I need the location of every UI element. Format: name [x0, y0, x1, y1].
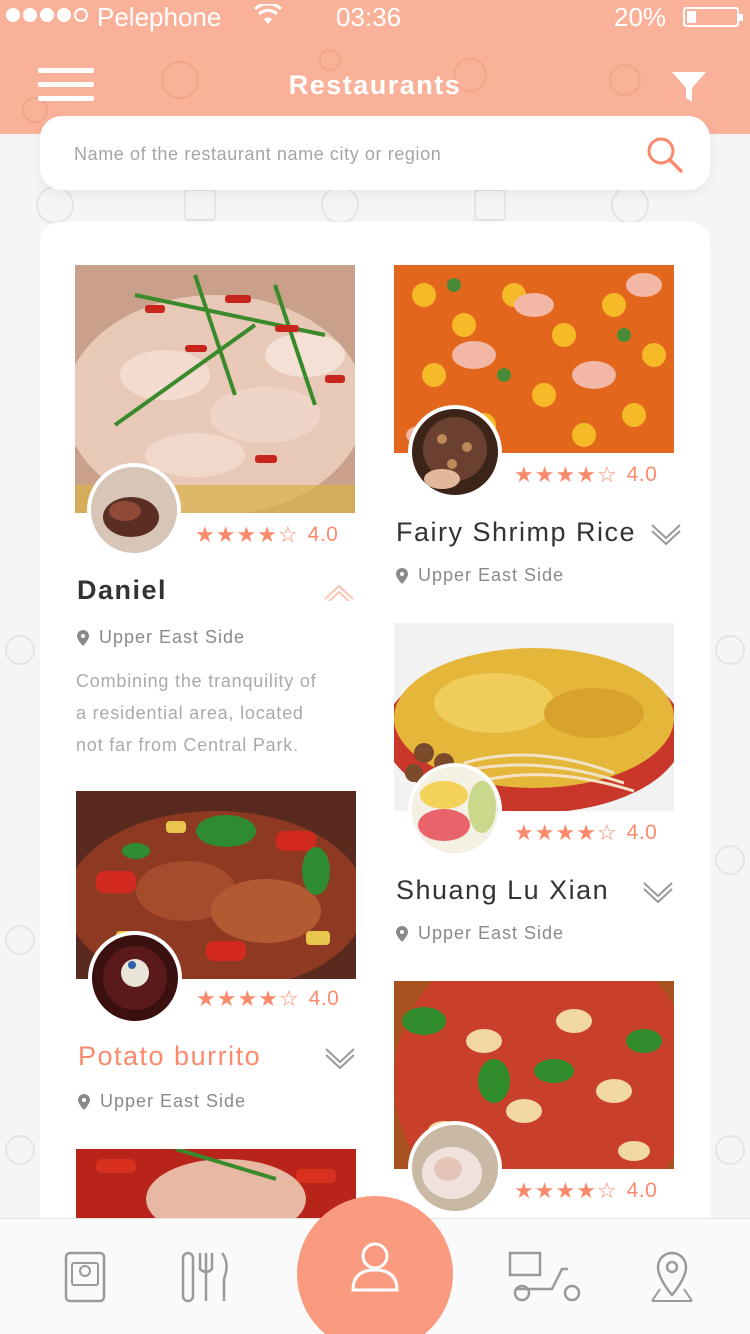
description-line: Combining the tranquility of	[76, 671, 317, 691]
restaurant-list-card: ★ ★ ★ ★ ☆ 4.0 Daniel Upper East Side Combini…	[40, 222, 710, 1322]
restaurant-name: Shuang Lu Xian	[396, 875, 610, 905]
restaurant-avatar	[408, 1121, 502, 1215]
restaurant-card-pizza[interactable]: ★ ★ ★ ★ ☆ 4.0	[394, 981, 674, 1221]
restaurant-description: Combining the tranquility of a residenti…	[76, 665, 351, 761]
restaurant-avatar	[408, 763, 502, 857]
restaurant-name: Fairy Shrimp Rice	[396, 517, 637, 547]
star-rating-icon: ★ ★ ★ ★ ☆	[196, 986, 299, 1011]
rating: ★ ★ ★ ★ ☆ 4.0	[514, 463, 657, 487]
search-icon[interactable]	[644, 134, 684, 174]
restaurant-avatar	[408, 405, 502, 499]
wifi-icon	[253, 4, 283, 24]
restaurant-location: Upper East Side	[77, 627, 245, 648]
restaurant-card-shuang-lu-xian[interactable]: ★ ★ ★ ★ ☆ 4.0 Shuang Lu Xian Upper East Side	[394, 623, 674, 953]
rating-score: 4.0	[626, 1179, 658, 1202]
rating-score: 4.0	[626, 821, 658, 844]
restaurant-location: Upper East Side	[396, 565, 564, 586]
chevron-up-icon[interactable]	[323, 583, 355, 601]
fork-knife-icon[interactable]	[178, 1249, 234, 1305]
location-pin-icon	[78, 1093, 90, 1110]
battery-icon	[683, 7, 743, 27]
location-pin-icon	[396, 925, 408, 942]
status-bar: Pelephone 03:36 20%	[0, 0, 750, 36]
rating: ★ ★ ★ ★ ☆ 4.0	[514, 821, 657, 845]
filter-icon[interactable]	[670, 68, 708, 106]
rating-score: 4.0	[307, 523, 339, 546]
star-rating-icon: ★ ★ ★ ★ ☆	[195, 522, 298, 547]
restaurant-avatar	[88, 931, 182, 1025]
description-line: a residential area, located	[76, 703, 304, 723]
delivery-scooter-icon[interactable]	[506, 1249, 586, 1305]
user-icon	[351, 1242, 399, 1292]
location-pin-icon	[396, 567, 408, 584]
restaurant-card-partial[interactable]	[76, 1149, 356, 1229]
location-text: Upper East Side	[99, 627, 246, 647]
search-bar	[40, 116, 710, 190]
restaurant-name: Daniel	[77, 575, 168, 605]
restaurant-card-daniel[interactable]: ★ ★ ★ ★ ☆ 4.0 Daniel Upper East Side Combini…	[75, 265, 355, 765]
signal-strength-icon	[6, 8, 88, 22]
rating: ★ ★ ★ ★ ☆ 4.0	[195, 523, 338, 547]
star-rating-icon: ★ ★ ★ ★ ☆	[514, 1178, 617, 1203]
battery-percentage: 20%	[614, 2, 667, 32]
rating: ★ ★ ★ ★ ☆ 4.0	[196, 987, 339, 1011]
chevron-down-icon[interactable]	[650, 523, 682, 547]
chevron-down-icon[interactable]	[324, 1047, 356, 1071]
rating: ★ ★ ★ ★ ☆ 4.0	[514, 1179, 657, 1203]
rating-score: 4.0	[626, 463, 658, 486]
page-title: Restaurants	[288, 70, 462, 100]
carrier-name: Pelephone	[97, 2, 222, 32]
restaurant-avatar	[87, 463, 181, 557]
location-text: Upper East Side	[418, 923, 565, 943]
chevron-down-icon[interactable]	[642, 881, 674, 905]
location-pin-icon	[77, 629, 89, 646]
restaurant-card-potato-burrito[interactable]: ★ ★ ★ ★ ☆ 4.0 Potato burrito Upper East Side	[76, 791, 356, 1121]
star-rating-icon: ★ ★ ★ ★ ☆	[514, 820, 617, 845]
restaurant-card-fairy-shrimp-rice[interactable]: ★ ★ ★ ★ ☆ 4.0 Fairy Shrimp Rice Upper East S…	[394, 265, 681, 595]
location-text: Upper East Side	[418, 565, 565, 585]
star-rating-icon: ★ ★ ★ ★ ☆	[514, 462, 617, 487]
location-text: Upper East Side	[100, 1091, 247, 1111]
restaurant-photo	[76, 1149, 356, 1229]
restaurant-location: Upper East Side	[396, 923, 564, 944]
search-input[interactable]	[74, 136, 634, 172]
clock: 03:36	[336, 2, 402, 32]
description-line: not far from Central Park.	[76, 735, 299, 755]
map-pin-icon[interactable]	[644, 1249, 700, 1305]
rating-score: 4.0	[308, 987, 340, 1010]
menu-book-icon[interactable]	[58, 1249, 114, 1305]
restaurant-location: Upper East Side	[78, 1091, 246, 1112]
restaurant-name: Potato burrito	[78, 1041, 262, 1071]
